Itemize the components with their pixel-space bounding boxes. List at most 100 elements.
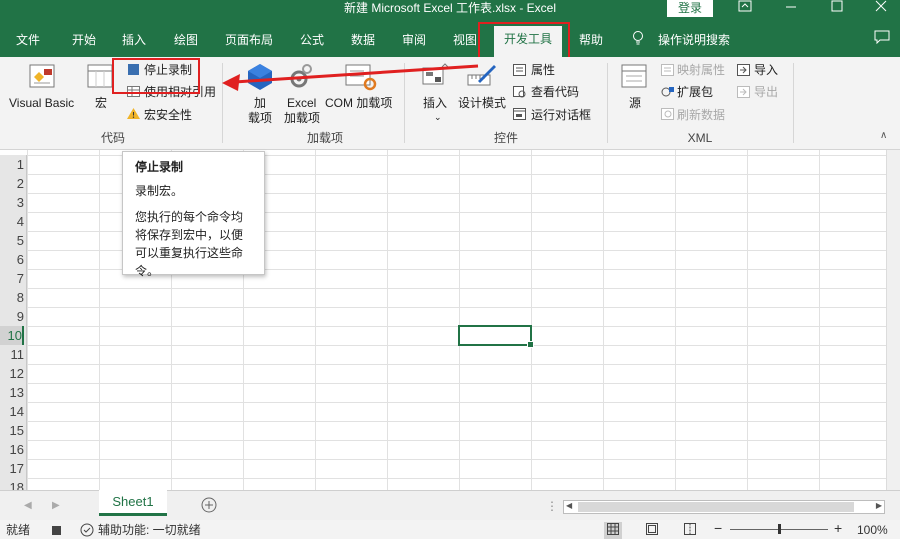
tab-file[interactable]: 文件 — [16, 30, 40, 50]
xml-source-icon[interactable] — [620, 63, 650, 94]
row-number[interactable]: 4 — [0, 212, 24, 231]
close-icon[interactable] — [858, 0, 900, 16]
com-addins-button[interactable]: COM 加载项 — [325, 96, 392, 110]
row-number[interactable]: 9 — [0, 307, 24, 326]
macros-button[interactable]: 宏 — [95, 96, 107, 110]
tab-help[interactable]: 帮助 — [579, 30, 603, 50]
page-break-view-icon[interactable] — [684, 523, 696, 538]
insert-dropdown-icon[interactable]: ⌄ — [434, 110, 442, 124]
row-number[interactable]: 15 — [0, 421, 24, 440]
scroll-right-arrow-icon[interactable]: ▶ — [876, 501, 882, 510]
map-properties-icon — [661, 64, 675, 76]
import-button[interactable]: 导入 — [754, 63, 778, 77]
row-number[interactable]: 5 — [0, 231, 24, 250]
tab-review[interactable]: 审阅 — [402, 30, 426, 50]
expansion-packs-button[interactable]: 扩展包 — [677, 85, 713, 99]
login-button[interactable]: 登录 — [667, 0, 713, 17]
tab-draw[interactable]: 绘图 — [174, 30, 198, 50]
stop-recording-tooltip: 停止录制 录制宏。 您执行的每个命令均将保存到宏中，以便可以重复执行这些命令。 — [122, 151, 265, 278]
excel-addins-icon[interactable] — [288, 63, 314, 94]
sheet-tab-sheet1[interactable]: Sheet1 — [99, 490, 167, 516]
addins-button-line1[interactable]: 加 — [254, 96, 266, 110]
zoom-out-icon[interactable]: − — [714, 521, 722, 535]
row-number[interactable]: 6 — [0, 250, 24, 269]
refresh-data-button[interactable]: 刷新数据 — [677, 108, 725, 122]
row-number[interactable]: 11 — [0, 345, 25, 364]
row-number[interactable]: 7 — [0, 269, 24, 288]
controls-group-label: 控件 — [493, 131, 518, 145]
row-number[interactable]: 14 — [0, 402, 24, 421]
row-number-selected[interactable]: 10 — [0, 326, 24, 345]
accessibility-status[interactable]: 辅助功能: 一切就绪 — [98, 523, 201, 537]
visual-basic-icon[interactable] — [26, 63, 60, 94]
macro-recording-icon[interactable] — [52, 525, 62, 539]
visual-basic-button[interactable]: Visual Basic — [9, 96, 74, 110]
tab-page-layout[interactable]: 页面布局 — [225, 30, 273, 50]
row-header: 1 2 3 4 5 6 7 8 9 10 11 12 13 14 15 16 1… — [0, 155, 27, 495]
row-number[interactable]: 17 — [0, 459, 24, 478]
zoom-in-icon[interactable]: + — [834, 521, 842, 535]
tab-view[interactable]: 视图 — [453, 30, 477, 50]
tell-me-search[interactable]: 操作说明搜索 — [658, 30, 730, 50]
ready-status: 就绪 — [6, 523, 31, 537]
group-separator — [222, 63, 223, 143]
ribbon-tabs: 文件 开始 插入 绘图 页面布局 公式 数据 审阅 视图 开发工具 帮助 操作说… — [0, 22, 900, 57]
export-button[interactable]: 导出 — [754, 85, 778, 99]
row-number[interactable]: 3 — [0, 193, 24, 212]
design-mode-icon[interactable] — [466, 61, 498, 94]
collapse-ribbon-icon[interactable]: ∧ — [880, 129, 887, 143]
page-layout-view-icon[interactable] — [646, 523, 658, 538]
excel-addins-line2[interactable]: 加载项 — [284, 111, 320, 125]
tab-data[interactable]: 数据 — [351, 30, 375, 50]
macro-security-button[interactable]: 宏安全性 — [144, 108, 192, 122]
normal-view-icon[interactable] — [604, 522, 622, 539]
map-properties-button[interactable]: 映射属性 — [677, 63, 725, 77]
sheet-options-icon[interactable]: ⋮ — [546, 499, 558, 513]
group-separator — [793, 63, 794, 143]
lightbulb-icon — [632, 30, 644, 50]
xml-source-button[interactable]: 源 — [629, 96, 641, 110]
scroll-left-arrow-icon[interactable]: ◀ — [566, 501, 572, 510]
tab-highlight-box — [478, 22, 570, 59]
com-addins-icon[interactable] — [344, 63, 378, 94]
properties-button[interactable]: 属性 — [531, 63, 555, 77]
active-cell[interactable] — [458, 325, 534, 348]
row-number[interactable]: 8 — [0, 288, 24, 307]
zoom-slider-thumb[interactable] — [778, 524, 781, 534]
scroll-right-icon[interactable]: ▶ — [52, 499, 60, 513]
insert-control-icon[interactable] — [420, 63, 450, 96]
tab-insert[interactable]: 插入 — [122, 30, 146, 50]
export-icon — [737, 86, 751, 98]
zoom-level[interactable]: 100% — [857, 523, 888, 537]
horizontal-scrollbar[interactable]: ◀ ▶ — [563, 500, 885, 514]
addins-icon[interactable] — [246, 63, 274, 94]
horizontal-scroll-thumb[interactable] — [578, 502, 854, 512]
row-number[interactable]: 2 — [0, 174, 24, 193]
tab-formulas[interactable]: 公式 — [300, 30, 324, 50]
minimize-icon[interactable] — [768, 0, 814, 16]
properties-icon — [513, 64, 527, 76]
row-number[interactable]: 12 — [0, 364, 24, 383]
row-number[interactable]: 16 — [0, 440, 24, 459]
code-group-label: 代码 — [100, 131, 125, 145]
scroll-left-icon[interactable]: ◀ — [24, 499, 32, 513]
refresh-data-icon — [661, 108, 675, 120]
row-number[interactable]: 1 — [0, 155, 24, 174]
vertical-scrollbar[interactable] — [886, 150, 900, 490]
import-icon — [737, 64, 751, 76]
ribbon-display-icon[interactable] — [722, 0, 768, 16]
excel-addins-line1[interactable]: Excel — [287, 96, 316, 110]
tooltip-subtitle: 录制宏。 — [135, 184, 184, 198]
maximize-icon[interactable] — [814, 0, 860, 16]
row-number[interactable]: 13 — [0, 383, 24, 402]
insert-control-button[interactable]: 插入 — [423, 96, 447, 110]
design-mode-button[interactable]: 设计模式 — [458, 96, 506, 110]
status-bar: 就绪 辅助功能: 一切就绪 − + 100% — [0, 520, 900, 539]
comments-icon[interactable] — [874, 30, 890, 50]
accessibility-icon[interactable] — [80, 523, 94, 539]
tab-home[interactable]: 开始 — [72, 30, 96, 50]
new-sheet-icon[interactable] — [201, 497, 217, 516]
run-dialog-button[interactable]: 运行对话框 — [531, 108, 591, 122]
view-code-button[interactable]: 查看代码 — [531, 85, 579, 99]
addins-button-line2[interactable]: 载项 — [248, 111, 272, 125]
